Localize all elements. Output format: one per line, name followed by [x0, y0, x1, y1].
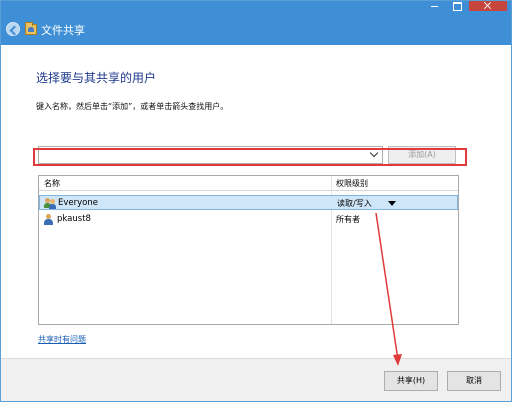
group-icon — [44, 198, 56, 209]
sharing-help-link[interactable]: 共享时有问题 — [38, 334, 86, 345]
maximize-icon[interactable] — [447, 1, 467, 11]
user-icon — [44, 214, 53, 225]
minimize-icon[interactable] — [425, 1, 445, 11]
list-header: 名称 权限级别 — [39, 176, 458, 191]
add-button[interactable]: 添加(A) — [388, 146, 456, 164]
dialog-footer: 共享(H) 取消 — [1, 358, 511, 401]
user-permission-list: 名称 权限级别 Everyone 读取/写入 pkaust8 所有者 — [38, 175, 459, 325]
user-name: Everyone — [58, 198, 98, 208]
instruction-text: 键入名称，然后单击“添加”，或者单击箭头查找用户。 — [36, 102, 229, 111]
permission-level[interactable]: 读取/写入 — [337, 198, 372, 209]
title-bar — [1, 1, 511, 11]
back-arrow-icon[interactable] — [6, 22, 20, 36]
cancel-button[interactable]: 取消 — [447, 371, 501, 391]
column-header-permission[interactable]: 权限级别 — [336, 178, 368, 189]
list-row-pkaust8[interactable]: pkaust8 所有者 — [39, 212, 458, 227]
permission-level: 所有者 — [336, 215, 360, 224]
column-header-name[interactable]: 名称 — [44, 178, 60, 189]
file-sharing-window: 文件共享 选择要与其共享的用户 键入名称，然后单击“添加”，或者单击箭头查找用户… — [0, 0, 512, 402]
share-button[interactable]: 共享(H) — [384, 371, 438, 391]
close-icon[interactable] — [469, 1, 507, 11]
user-name-combobox[interactable] — [38, 146, 383, 164]
chevron-down-icon[interactable] — [369, 148, 379, 158]
window-title: 文件共享 — [41, 24, 85, 37]
list-row-everyone[interactable]: Everyone 读取/写入 — [39, 195, 458, 210]
dialog-content: 选择要与其共享的用户 键入名称，然后单击“添加”，或者单击箭头查找用户。 添加(… — [1, 45, 511, 358]
user-name: pkaust8 — [57, 214, 91, 224]
file-sharing-icon — [25, 22, 37, 35]
navigation-bar: 文件共享 — [1, 11, 511, 45]
page-title: 选择要与其共享的用户 — [36, 71, 157, 85]
permission-dropdown-icon[interactable] — [388, 201, 396, 206]
